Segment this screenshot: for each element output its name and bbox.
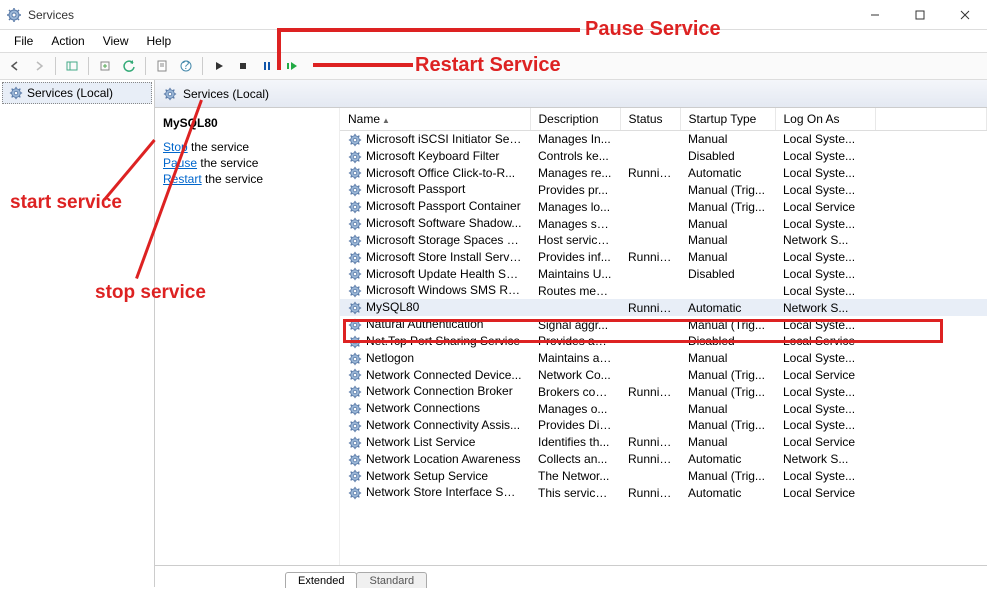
stop-link[interactable]: Stop (163, 140, 188, 154)
tree-pane: Services (Local) (0, 80, 155, 587)
gear-icon (9, 86, 23, 100)
service-row[interactable]: Network Store Interface Ser... This serv… (340, 484, 987, 501)
refresh-button[interactable] (118, 55, 140, 77)
col-startup[interactable]: Startup Type (680, 108, 775, 131)
detail-header-label: Services (Local) (183, 87, 269, 101)
app-icon (6, 7, 22, 23)
service-row[interactable]: Network Setup Service The Networ... Manu… (340, 468, 987, 485)
export-button[interactable] (94, 55, 116, 77)
col-name[interactable]: Name▲ (340, 108, 530, 131)
pause-link[interactable]: Pause (163, 156, 197, 170)
service-row[interactable]: Network Location Awareness Collects an..… (340, 451, 987, 468)
col-description[interactable]: Description (530, 108, 620, 131)
minimize-button[interactable] (852, 0, 897, 30)
service-row[interactable]: MySQL80 Running AutomaticNetwork S... (340, 299, 987, 316)
maximize-button[interactable] (897, 0, 942, 30)
col-logon[interactable]: Log On As (775, 108, 875, 131)
service-row[interactable]: Microsoft Storage Spaces S... Host servi… (340, 232, 987, 249)
window-title: Services (28, 8, 852, 22)
tab-standard[interactable]: Standard (356, 572, 427, 588)
action-panel: MySQL80 Stop the service Pause the servi… (155, 108, 340, 565)
view-tabs: Extended Standard (155, 565, 987, 587)
gear-icon (163, 87, 177, 101)
service-row[interactable]: Microsoft Keyboard Filter Controls ke...… (340, 148, 987, 165)
service-row[interactable]: Microsoft iSCSI Initiator Ser... Manages… (340, 131, 987, 148)
tree-root-label: Services (Local) (27, 86, 113, 100)
service-row[interactable]: Net.Tcp Port Sharing Service Provides ab… (340, 333, 987, 350)
pause-service-button[interactable] (256, 55, 278, 77)
service-row[interactable]: Network Connected Device... Network Co..… (340, 367, 987, 384)
properties-button[interactable] (151, 55, 173, 77)
stop-service-button[interactable] (232, 55, 254, 77)
selected-service-name: MySQL80 (163, 116, 331, 130)
menu-action[interactable]: Action (43, 32, 92, 50)
service-row[interactable]: Microsoft Passport Container Manages lo.… (340, 198, 987, 215)
restart-link[interactable]: Restart (163, 172, 202, 186)
menu-help[interactable]: Help (139, 32, 180, 50)
service-row[interactable]: Microsoft Update Health Se... Maintains … (340, 266, 987, 283)
service-row[interactable]: Microsoft Office Click-to-R... Manages r… (340, 165, 987, 182)
help-button[interactable]: ? (175, 55, 197, 77)
services-grid[interactable]: Name▲ Description Status Startup Type Lo… (340, 108, 987, 565)
service-row[interactable]: Microsoft Passport Provides pr... Manual… (340, 181, 987, 198)
detail-header: Services (Local) (155, 80, 987, 108)
start-service-button[interactable] (208, 55, 230, 77)
col-status[interactable]: Status (620, 108, 680, 131)
menu-view[interactable]: View (95, 32, 137, 50)
service-row[interactable]: Network Connectivity Assis... Provides D… (340, 417, 987, 434)
title-bar: Services (0, 0, 987, 30)
menu-file[interactable]: File (6, 32, 41, 50)
menu-bar: File Action View Help (0, 30, 987, 52)
tab-extended[interactable]: Extended (285, 572, 357, 588)
service-row[interactable]: Network Connection Broker Brokers con...… (340, 383, 987, 400)
service-row[interactable]: Network List Service Identifies th...Run… (340, 434, 987, 451)
svg-text:?: ? (183, 59, 190, 72)
service-row[interactable]: Netlogon Maintains a ... ManualLocal Sys… (340, 350, 987, 367)
service-row[interactable]: Microsoft Windows SMS Ro... Routes mes..… (340, 282, 987, 299)
service-row[interactable]: Natural Authentication Signal aggr... Ma… (340, 316, 987, 333)
toolbar: ? (0, 52, 987, 80)
tree-root-item[interactable]: Services (Local) (2, 82, 152, 104)
service-row[interactable]: Network Connections Manages o... ManualL… (340, 400, 987, 417)
close-button[interactable] (942, 0, 987, 30)
show-hide-button[interactable] (61, 55, 83, 77)
service-row[interactable]: Microsoft Store Install Service Provides… (340, 249, 987, 266)
service-row[interactable]: Microsoft Software Shadow... Manages so.… (340, 215, 987, 232)
restart-service-button[interactable] (280, 55, 302, 77)
back-button[interactable] (4, 55, 26, 77)
forward-button[interactable] (28, 55, 50, 77)
